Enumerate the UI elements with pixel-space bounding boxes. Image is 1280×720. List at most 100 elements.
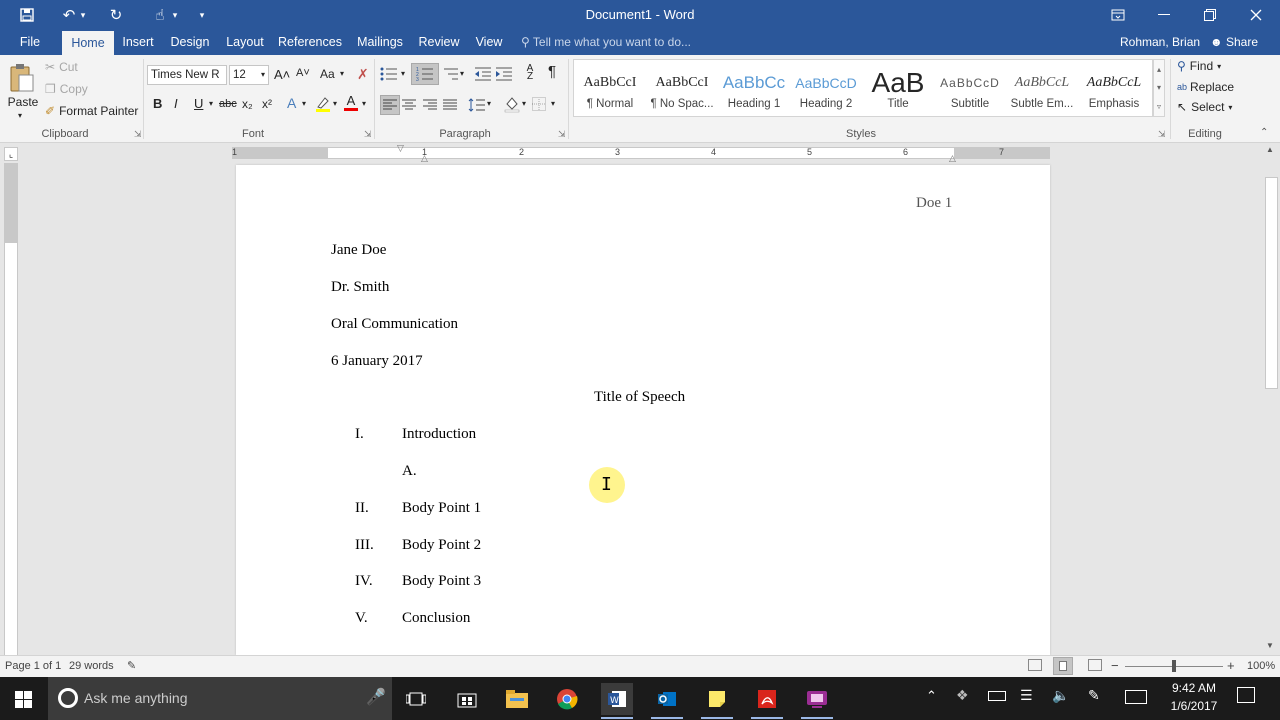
minimize-button[interactable] <box>1141 0 1187 30</box>
ruler-bar[interactable]: 1 1 2 3 4 5 6 7 <box>232 147 1050 159</box>
paragraph-launcher-icon[interactable]: ⇲ <box>558 129 566 140</box>
keyboard-icon[interactable] <box>1125 690 1147 704</box>
tab-home[interactable]: Home <box>62 31 114 55</box>
style-title[interactable]: AaB Title <box>862 68 934 118</box>
numbering-icon[interactable]: 123 <box>411 63 439 85</box>
outline-subitem[interactable]: A. <box>402 463 417 480</box>
tab-references[interactable]: References <box>276 30 344 55</box>
clear-formatting-icon[interactable]: ✗ <box>357 66 369 83</box>
font-size-combo[interactable]: 12 ▾ <box>229 65 269 85</box>
course-name[interactable]: Oral Communication <box>331 316 458 333</box>
font-launcher-icon[interactable]: ⇲ <box>364 129 372 140</box>
page-count[interactable]: Page 1 of 1 <box>5 660 61 672</box>
share-button[interactable]: ☻ Share <box>1210 35 1258 49</box>
chevron-down-icon[interactable]: ▾ <box>401 69 405 78</box>
chevron-down-icon[interactable]: ▾ <box>1157 83 1161 92</box>
styles-launcher-icon[interactable]: ⇲ <box>1158 129 1166 140</box>
zoom-level[interactable]: 100% <box>1247 660 1275 672</box>
outline-item[interactable]: Conclusion <box>402 610 470 627</box>
cut-button[interactable]: ✂ Cut <box>45 60 78 74</box>
chevron-up-icon[interactable]: ▴ <box>1157 65 1161 74</box>
line-spacing-icon[interactable] <box>468 97 486 113</box>
restore-button[interactable] <box>1187 0 1233 30</box>
outlook-icon[interactable] <box>651 683 683 719</box>
shading-icon[interactable] <box>503 95 521 113</box>
author-name[interactable]: Jane Doe <box>331 242 386 259</box>
cortana-search-box[interactable]: Ask me anything 🎤 <box>48 677 392 720</box>
paste-icon[interactable] <box>6 61 38 95</box>
store-icon[interactable] <box>451 683 483 715</box>
style-emphasis[interactable]: AaBbCcL Emphasis <box>1078 68 1150 118</box>
more-icon[interactable]: ▿ <box>1157 102 1161 111</box>
copy-button[interactable]: ❐ Copy <box>45 82 88 96</box>
chrome-icon[interactable] <box>551 683 583 715</box>
scroll-thumb[interactable] <box>1265 177 1278 389</box>
align-left-icon[interactable] <box>380 95 400 115</box>
style-heading-1[interactable]: AaBbCc Heading 1 <box>718 68 790 118</box>
zoom-out-button[interactable]: − <box>1111 658 1119 673</box>
first-line-indent-marker[interactable]: ▽ <box>397 143 404 154</box>
justify-icon[interactable] <box>443 97 459 113</box>
bold-button[interactable]: B <box>153 96 162 111</box>
document-date[interactable]: 6 January 2017 <box>331 353 423 370</box>
ribbon-display-options-icon[interactable] <box>1095 0 1141 30</box>
paste-dropdown-icon[interactable]: ▾ <box>18 111 22 120</box>
show-hidden-icons[interactable]: ⌃ <box>926 688 937 704</box>
font-color-icon[interactable]: A <box>342 94 360 114</box>
user-name[interactable]: Rohman, Brian <box>1120 35 1200 49</box>
tab-review[interactable]: Review <box>416 30 462 55</box>
page-header[interactable]: Doe 1 <box>916 195 952 212</box>
styles-scroll[interactable]: ▴ ▾ ▿ <box>1153 59 1165 117</box>
superscript-button[interactable]: x² <box>262 97 272 111</box>
format-painter-button[interactable]: ✐ Format Painter <box>45 104 138 118</box>
microphone-icon[interactable]: 🎤 <box>366 687 386 707</box>
wifi-icon[interactable]: ☰ <box>1020 687 1033 704</box>
bullets-icon[interactable] <box>380 65 400 83</box>
instructor-name[interactable]: Dr. Smith <box>331 279 389 296</box>
align-center-icon[interactable] <box>402 97 418 113</box>
action-center-icon[interactable] <box>1237 687 1255 703</box>
multilevel-list-icon[interactable] <box>442 65 460 83</box>
tab-selector-icon[interactable]: ⌞ <box>4 147 18 161</box>
align-right-icon[interactable] <box>423 97 439 113</box>
word-count[interactable]: 29 words <box>69 660 114 672</box>
chevron-down-icon[interactable]: ▾ <box>209 99 213 108</box>
file-explorer-icon[interactable] <box>501 683 533 715</box>
tab-insert[interactable]: Insert <box>118 30 158 55</box>
outline-item[interactable]: Body Point 2 <box>402 537 481 554</box>
web-layout-icon[interactable] <box>1088 659 1102 671</box>
shrink-font-icon[interactable]: A˅ <box>296 67 310 79</box>
windows-start-icon[interactable] <box>7 683 39 715</box>
outline-item[interactable]: Body Point 1 <box>402 500 481 517</box>
battery-icon[interactable] <box>988 691 1006 701</box>
tab-layout[interactable]: Layout <box>222 30 268 55</box>
select-button[interactable]: ↖ Select ▾ <box>1177 100 1232 114</box>
clipboard-launcher-icon[interactable]: ⇲ <box>134 129 142 140</box>
acrobat-icon[interactable] <box>751 683 783 719</box>
task-view-icon[interactable] <box>400 683 432 715</box>
close-button[interactable] <box>1233 0 1279 30</box>
text-effects-icon[interactable]: A <box>287 95 296 111</box>
chevron-down-icon[interactable]: ▾ <box>302 99 306 108</box>
sticky-notes-icon[interactable] <box>701 683 733 719</box>
style-no-spacing[interactable]: AaBbCcI ¶ No Spac... <box>646 68 718 118</box>
chevron-down-icon[interactable]: ▾ <box>460 69 464 78</box>
tab-view[interactable]: View <box>470 30 508 55</box>
style-heading-2[interactable]: AaBbCcD Heading 2 <box>790 68 862 118</box>
right-indent-marker[interactable]: △ <box>949 153 956 164</box>
chevron-down-icon[interactable]: ▾ <box>551 99 555 108</box>
clock-time[interactable]: 9:42 AM <box>1166 681 1222 695</box>
word-taskbar-icon[interactable]: W <box>601 683 633 719</box>
style-normal[interactable]: AaBbCcI ¶ Normal <box>574 68 646 118</box>
dropbox-icon[interactable]: ❖ <box>956 687 969 704</box>
tab-design[interactable]: Design <box>166 30 214 55</box>
chevron-down-icon[interactable]: ▾ <box>362 99 366 108</box>
find-button[interactable]: ⚲ Find ▾ <box>1177 59 1221 73</box>
tab-file[interactable]: File <box>10 30 50 55</box>
speech-title[interactable]: Title of Speech <box>594 389 685 406</box>
chevron-down-icon[interactable]: ▾ <box>340 69 344 78</box>
replace-button[interactable]: ab Replace <box>1177 80 1234 94</box>
style-subtle-emphasis[interactable]: AaBbCcL Subtle Em... <box>1006 68 1078 118</box>
show-hide-pilcrow-icon[interactable]: ¶ <box>548 63 556 80</box>
paste-button[interactable]: Paste <box>8 95 39 109</box>
